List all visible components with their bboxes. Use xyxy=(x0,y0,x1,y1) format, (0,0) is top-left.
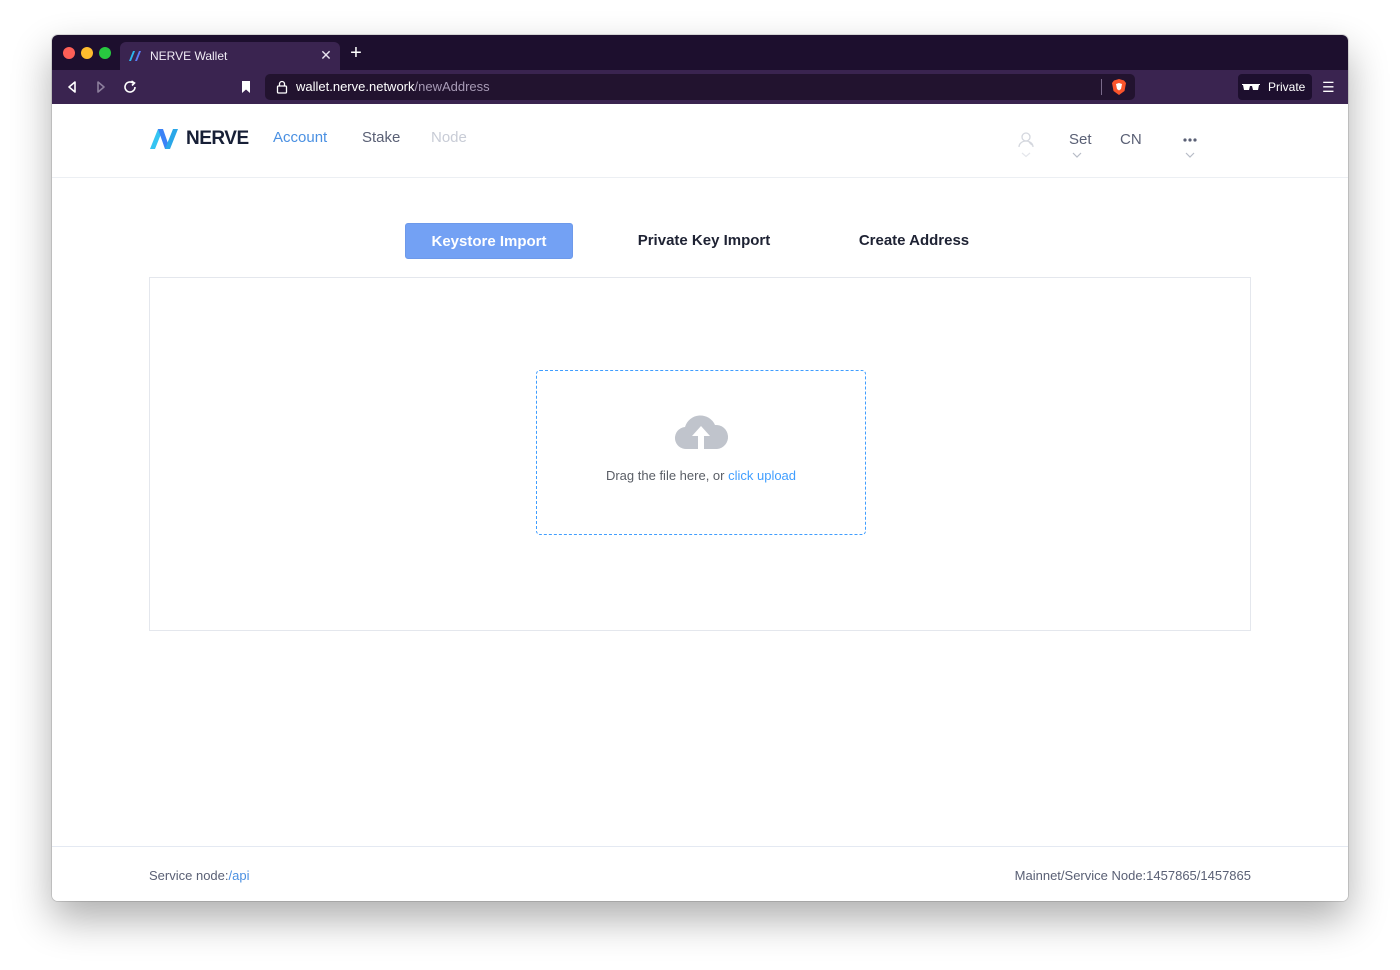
cloud-upload-icon xyxy=(674,415,729,450)
url-host: wallet.nerve.network xyxy=(296,79,415,94)
service-node-link[interactable]: /api xyxy=(229,868,250,883)
tab-keystore-import[interactable]: Keystore Import xyxy=(405,223,573,259)
file-dropzone[interactable]: Drag the file here, or click upload xyxy=(536,370,866,535)
menu-icon[interactable]: ☰ xyxy=(1322,79,1335,95)
bookmark-icon[interactable] xyxy=(238,79,254,95)
minimize-window-button[interactable] xyxy=(81,47,93,59)
dropzone-text: Drag the file here, or click upload xyxy=(537,468,865,483)
logo-text: NERVE xyxy=(186,128,249,149)
new-tab-button[interactable]: + xyxy=(348,43,364,63)
nerve-favicon-icon xyxy=(129,51,141,61)
reload-icon[interactable] xyxy=(122,79,138,95)
nerve-logo-mark xyxy=(150,129,178,149)
service-node-info: Service node:/api xyxy=(149,868,249,883)
service-node-label: Service node: xyxy=(149,868,229,883)
language-switch[interactable]: CN xyxy=(1120,131,1142,148)
address-bar[interactable]: wallet.nerve.network/newAddress xyxy=(265,74,1135,100)
tab-title: NERVE Wallet xyxy=(150,49,228,63)
browser-tab-bar: NERVE Wallet ✕ + xyxy=(52,35,1348,70)
click-upload-link[interactable]: click upload xyxy=(728,468,796,483)
url-text: wallet.nerve.network/newAddress xyxy=(296,79,490,94)
set-menu[interactable]: Set xyxy=(1069,131,1092,148)
app-header: NERVE Account Stake Node Set CN xyxy=(52,104,1348,178)
browser-tab[interactable]: NERVE Wallet ✕ xyxy=(120,42,340,70)
footer: Service node:/api Mainnet/Service Node:1… xyxy=(52,846,1348,901)
private-label: Private xyxy=(1268,80,1306,94)
import-panel: Drag the file here, or click upload xyxy=(149,277,1251,631)
user-icon[interactable] xyxy=(1017,132,1035,160)
nav-node[interactable]: Node xyxy=(431,129,467,146)
close-tab-icon[interactable]: ✕ xyxy=(318,47,334,63)
back-icon[interactable] xyxy=(64,79,80,95)
dropzone-prompt: Drag the file here, or xyxy=(605,468,729,483)
browser-toolbar: wallet.nerve.network/newAddress Private … xyxy=(52,70,1348,104)
private-window-badge: Private xyxy=(1238,74,1312,100)
tab-create-address[interactable]: Create Address xyxy=(840,223,988,259)
more-icon[interactable] xyxy=(1182,137,1198,143)
close-window-button[interactable] xyxy=(63,47,75,59)
nav-stake[interactable]: Stake xyxy=(362,129,400,146)
maximize-window-button[interactable] xyxy=(99,47,111,59)
private-glasses-icon xyxy=(1242,84,1260,90)
browser-window: NERVE Wallet ✕ + wallet.nerve.network/ne… xyxy=(52,35,1348,901)
forward-icon[interactable] xyxy=(93,79,109,95)
lock-icon xyxy=(276,80,288,94)
chevron-down-icon xyxy=(1072,152,1082,158)
nav-account[interactable]: Account xyxy=(273,129,327,146)
nerve-logo[interactable]: NERVE xyxy=(150,127,249,151)
network-status: Mainnet/Service Node:1457865/1457865 xyxy=(1014,868,1251,883)
tab-private-key-import[interactable]: Private Key Import xyxy=(612,223,796,259)
url-path: /newAddress xyxy=(414,79,490,94)
chevron-down-icon xyxy=(1185,152,1195,158)
brave-shield-icon[interactable] xyxy=(1111,78,1127,96)
url-divider xyxy=(1101,79,1102,95)
